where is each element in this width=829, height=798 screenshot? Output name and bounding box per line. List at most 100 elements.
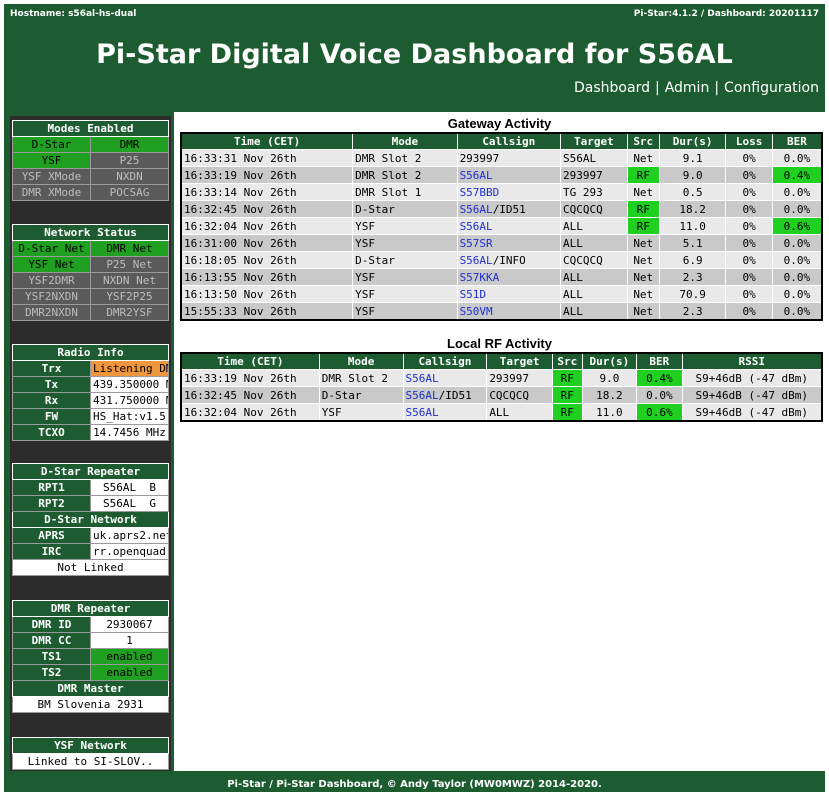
- mode-cell: D-Star: [352, 251, 458, 269]
- src-cell: RF: [626, 217, 660, 235]
- duration-cell: 2.3: [658, 302, 727, 321]
- nav-dashboard-link[interactable]: Dashboard: [574, 80, 650, 96]
- mode-row: DMR XMode POCSAG: [12, 184, 169, 201]
- network-dmr-net: DMR Net: [90, 240, 169, 257]
- table-row: 16:33:31 Nov 26th DMR Slot 2 293997 S56AL Ne…: [180, 149, 823, 167]
- modes-enabled-title: Modes Enabled: [12, 120, 169, 137]
- callsign-link[interactable]: S56AL: [460, 169, 493, 182]
- dstar-network-title: D-Star Network: [12, 511, 169, 528]
- mode-cell: D-Star: [318, 386, 404, 404]
- duration-cell: 11.0: [658, 217, 727, 235]
- rssi-cell: S9+46dB (-47 dBm): [681, 403, 823, 422]
- time-cell: 16:33:19 Nov 26th: [180, 369, 320, 387]
- src-cell: RF: [551, 369, 583, 387]
- hostname-text: Hostname: s56al-hs-dual: [10, 9, 137, 19]
- gateway-col-header: BER: [771, 132, 823, 150]
- src-cell: RF: [551, 403, 583, 422]
- dmr-cc-label: DMR CC: [12, 632, 91, 649]
- sidebar: Modes Enabled D-Star DMR YSF P25 YSF XMode NX…: [10, 116, 171, 771]
- loss-cell: 0%: [725, 183, 773, 201]
- src-cell: Net: [626, 234, 660, 252]
- ber-cell: 0.4%: [636, 369, 683, 387]
- local-rf-col-header: Time (CET): [180, 352, 320, 370]
- mode-nxdn: NXDN: [90, 168, 169, 185]
- duration-cell: 70.9: [658, 285, 727, 303]
- radio-info-title: Radio Info: [12, 344, 169, 361]
- local-rf-col-header: Target: [486, 352, 553, 370]
- time-cell: 16:33:14 Nov 26th: [180, 183, 354, 201]
- mode-cell: YSF: [352, 302, 458, 321]
- nav-admin-link[interactable]: Admin: [665, 80, 710, 96]
- time-cell: 16:33:19 Nov 26th: [180, 166, 354, 184]
- mode-cell: D-Star: [352, 200, 458, 218]
- src-cell: Net: [626, 268, 660, 286]
- mode-p25: P25: [90, 152, 169, 169]
- callsign-link[interactable]: S57BBD: [460, 186, 500, 199]
- mode-cell: YSF: [352, 217, 458, 235]
- callsign-link[interactable]: S56AL: [406, 389, 439, 402]
- callsign-link[interactable]: S56AL: [460, 203, 493, 216]
- mode-cell: YSF: [318, 403, 404, 422]
- callsign-link[interactable]: S57SR: [460, 237, 493, 250]
- dstar-repeater-panel: D-Star Repeater RPT1 S56AL B RPT2 S56AL …: [12, 463, 169, 576]
- ber-cell: 0.0%: [771, 200, 823, 218]
- mode-dmr: DMR: [90, 136, 169, 153]
- mode-cell: DMR Slot 2: [352, 166, 458, 184]
- aprs-label: APRS: [12, 527, 91, 544]
- mode-cell: DMR Slot 2: [352, 149, 458, 167]
- rpt1-label: RPT1: [12, 479, 91, 496]
- top-nav: Dashboard | Admin | Configuration: [574, 80, 819, 96]
- table-row: 15:55:33 Nov 26th YSF S50VM ALL Net 2.3 0% 0.0%: [180, 302, 823, 321]
- time-cell: 16:32:45 Nov 26th: [180, 200, 354, 218]
- dstar-repeater-title: D-Star Repeater: [12, 463, 169, 480]
- callsign-link[interactable]: S56AL: [406, 372, 439, 385]
- ber-cell: 0.4%: [771, 166, 823, 184]
- modes-enabled-panel: Modes Enabled D-Star DMR YSF P25 YSF XMode NX…: [12, 120, 169, 201]
- table-row: 16:32:45 Nov 26th D-Star S56AL/ID51 CQCQCQ R…: [180, 200, 823, 218]
- callsign-cell: S56AL: [402, 403, 488, 422]
- src-cell: Net: [626, 183, 660, 201]
- loss-cell: 0%: [725, 285, 773, 303]
- page-title: Pi-Star Digital Voice Dashboard for S56A…: [96, 39, 733, 70]
- ysf-network-title: YSF Network: [12, 737, 169, 754]
- tx-value: 439.350000 MHz: [90, 376, 169, 393]
- rx-value: 431.750000 MHz: [90, 392, 169, 409]
- callsign-link[interactable]: S51D: [460, 288, 487, 301]
- time-cell: 16:18:05 Nov 26th: [180, 251, 354, 269]
- local-rf-col-header: Callsign: [402, 352, 488, 370]
- dmr-repeater-title: DMR Repeater: [12, 600, 169, 617]
- time-cell: 16:13:55 Nov 26th: [180, 268, 354, 286]
- nav-configuration-link[interactable]: Configuration: [724, 80, 819, 96]
- local-rf-col-header: Dur(s): [581, 352, 638, 370]
- table-row: 16:32:04 Nov 26th YSF S56AL ALL RF 11.0 0% 0.6%: [180, 217, 823, 235]
- target-cell: 293997: [486, 369, 553, 387]
- ber-cell: 0.0%: [771, 183, 823, 201]
- ts2-status: enabled: [90, 664, 169, 681]
- local-rf-col-header: Src: [551, 352, 583, 370]
- loss-cell: 0%: [725, 166, 773, 184]
- callsign-link[interactable]: S57KKA: [460, 271, 500, 284]
- dmr-master-value: BM Slovenia 2931: [12, 696, 169, 713]
- table-row: 16:33:19 Nov 26th DMR Slot 2 S56AL 293997 RF…: [180, 166, 823, 184]
- callsign-link[interactable]: S50VM: [460, 305, 493, 318]
- callsign-link[interactable]: S56AL: [460, 254, 493, 267]
- gateway-col-header: Mode: [352, 132, 458, 150]
- callsign-suffix: /ID51: [438, 388, 472, 402]
- ber-cell: 0.0%: [771, 285, 823, 303]
- mode-row: YSF P25: [12, 152, 169, 169]
- callsign-cell: S56AL/INFO: [456, 251, 562, 269]
- dmr-cc-value: 1: [90, 632, 169, 649]
- network-dmr2ysf: DMR2YSF: [90, 304, 169, 321]
- target-cell: ALL: [560, 268, 628, 286]
- irc-value: rr.openquad.net: [90, 543, 169, 560]
- footer: Pi-Star / Pi-Star Dashboard, © Andy Tayl…: [227, 779, 602, 790]
- loss-cell: 0%: [725, 268, 773, 286]
- duration-cell: 0.5: [658, 183, 727, 201]
- network-row: YSF2DMR NXDN Net: [12, 272, 169, 289]
- local-rf-rows: 16:33:19 Nov 26th DMR Slot 2 S56AL 293997 RF…: [180, 369, 823, 422]
- network-row: D-Star Net DMR Net: [12, 240, 169, 257]
- callsign-link[interactable]: S56AL: [406, 406, 439, 419]
- callsign-link[interactable]: S56AL: [460, 220, 493, 233]
- mode-row: D-Star DMR: [12, 136, 169, 153]
- network-status-title: Network Status: [12, 224, 169, 241]
